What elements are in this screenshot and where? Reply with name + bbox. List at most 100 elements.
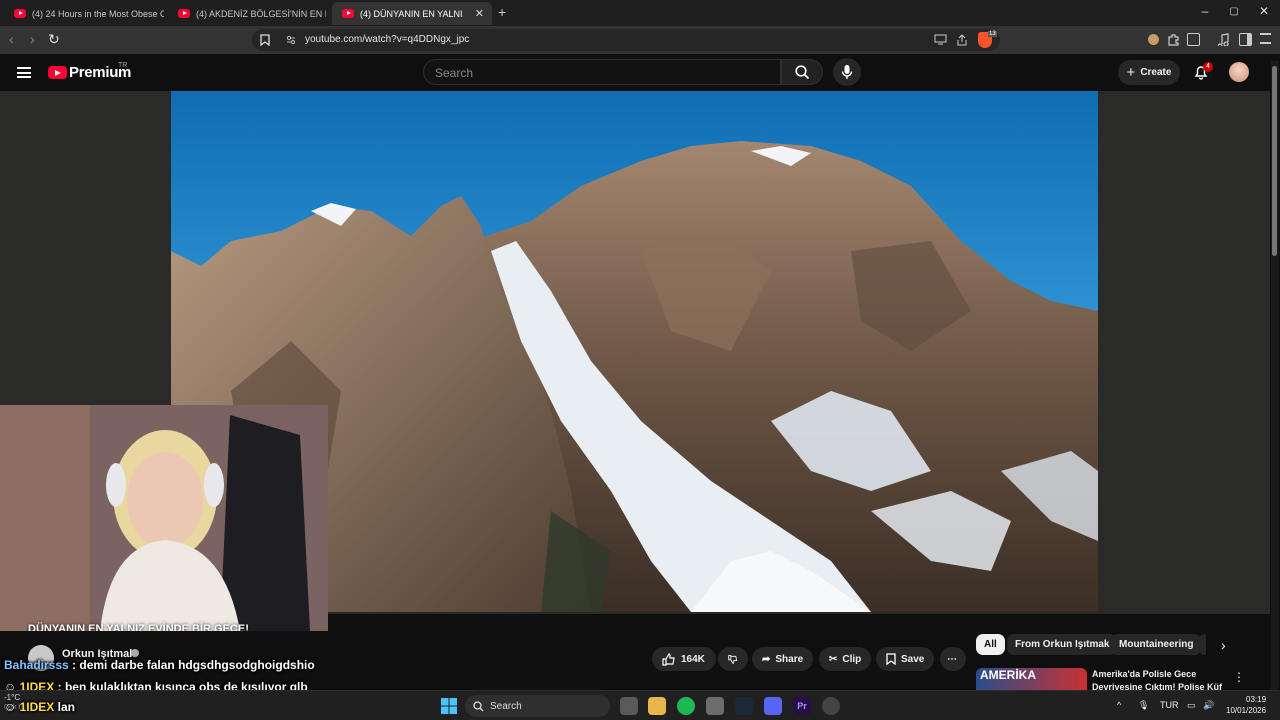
taskbar-search-icon <box>473 700 484 711</box>
steam-icon[interactable] <box>735 697 753 715</box>
recommendation-title-line1[interactable]: Amerika'da Polisle Gece <box>1092 669 1196 679</box>
streamer-webcam: DÜNYANIN EN YALNIZ EVİNDE BİR GECE! <box>0 405 328 631</box>
microphone-icon <box>841 65 853 79</box>
chip-all[interactable]: All <box>976 634 1005 655</box>
chat-message: ☺ 1IDEX lan <box>4 700 75 714</box>
premiere-pro-icon[interactable]: Pr <box>793 697 811 715</box>
recommendation-thumbnail[interactable]: AMERİKA <box>976 668 1087 690</box>
taskbar-search-label: Search <box>490 700 522 712</box>
input-language[interactable]: TUR <box>1160 700 1179 710</box>
new-tab-button[interactable]: + <box>498 4 506 20</box>
site-info-icon[interactable] <box>286 35 296 45</box>
back-arrow-icon[interactable]: ‹ <box>9 31 14 47</box>
chip-partial[interactable] <box>1198 634 1206 655</box>
youtube-favicon-icon <box>178 9 190 18</box>
search-button[interactable] <box>781 59 823 85</box>
like-button[interactable]: 164K <box>652 647 716 671</box>
chat-username: 1IDEX <box>19 700 55 714</box>
thumbs-down-icon <box>728 654 738 664</box>
sidebar-toggle-icon[interactable] <box>1239 33 1252 46</box>
youtube-favicon-icon <box>14 9 26 18</box>
clip-label: Clip <box>842 653 862 665</box>
app-icon[interactable] <box>706 697 724 715</box>
dislike-button[interactable] <box>718 647 748 671</box>
save-label: Save <box>901 653 925 665</box>
search-input[interactable] <box>435 66 765 80</box>
microphone-tray-icon[interactable]: 🎙 <box>1138 700 1149 711</box>
browser-tab-strip: (4) 24 Hours in the Most Obese City i (4… <box>0 0 1280 26</box>
account-avatar[interactable] <box>1229 62 1249 82</box>
share-page-icon[interactable] <box>956 34 968 46</box>
scrollbar-thumb[interactable] <box>1272 66 1277 256</box>
file-explorer-icon[interactable] <box>648 697 666 715</box>
close-window-button[interactable]: ✕ <box>1254 4 1274 18</box>
chip-mountaineering[interactable]: Mountaineering <box>1111 634 1202 655</box>
chat-message: Bahadirsss : demi darbe falan hdgsdhgsod… <box>4 658 315 672</box>
tab-title: (4) 24 Hours in the Most Obese City i <box>32 8 164 19</box>
bookmark-icon[interactable] <box>260 34 270 46</box>
chat-emote-icon: ☺ <box>4 700 17 714</box>
chevron-right-icon[interactable]: › <box>1221 637 1226 653</box>
tab-title: (4) DÜNYANIN EN YALNIZ EVİNE <box>360 8 463 19</box>
share-button[interactable]: ➦ Share <box>752 647 814 671</box>
browser-tab-2[interactable]: (4) AKDENİZ BÖLGESİ'NİN EN DÜŞÜK <box>168 2 326 25</box>
music-icon[interactable] <box>1218 33 1232 46</box>
chat-separator: : <box>68 658 80 672</box>
tab-title: (4) AKDENİZ BÖLGESİ'NİN EN DÜŞÜK <box>196 8 326 19</box>
voice-search-button[interactable] <box>833 58 861 86</box>
reload-icon[interactable]: ↻ <box>48 31 60 48</box>
region-code: TR <box>118 62 128 69</box>
more-actions-button[interactable]: ⋯ <box>940 647 966 671</box>
recommendation-title-line2[interactable]: Devriyesine Çıktım! Polise Küf <box>1092 682 1222 690</box>
video-title-overlay: DÜNYANIN EN YALNIZ EVİNDE BİR GECE! <box>28 623 249 631</box>
close-tab-icon[interactable]: ✕ <box>475 7 484 20</box>
browser-tab-3-active[interactable]: (4) DÜNYANIN EN YALNIZ EVİNE ✕ <box>332 2 492 25</box>
verified-icon <box>131 649 139 657</box>
chat-text: demi darbe falan hdgsdhgsodghoigdshio <box>79 658 315 672</box>
recommendation-menu-icon[interactable]: ⋮ <box>1233 670 1245 684</box>
save-bookmark-icon <box>886 653 896 665</box>
extension-cookie-icon[interactable] <box>1148 34 1159 45</box>
obs-icon[interactable] <box>822 697 840 715</box>
shield-count-badge: 13 <box>988 31 997 37</box>
spotify-icon[interactable] <box>677 697 695 715</box>
forward-arrow-icon[interactable]: › <box>30 31 35 47</box>
clip-button[interactable]: ✂ Clip <box>819 647 872 671</box>
youtube-logo-icon[interactable] <box>48 66 67 79</box>
youtube-header: Premium TR + Create 4 <box>0 54 1280 91</box>
share-label: Share <box>775 653 804 665</box>
tab-manager-icon[interactable] <box>1187 33 1200 46</box>
maximize-button[interactable]: ▢ <box>1224 6 1244 17</box>
plus-icon: + <box>1126 64 1136 81</box>
create-label: Create <box>1140 67 1172 78</box>
discord-icon[interactable] <box>764 697 782 715</box>
network-icon[interactable]: ▭ <box>1187 700 1196 711</box>
windows-start-icon[interactable] <box>441 698 457 714</box>
search-box <box>423 59 781 85</box>
webcam-image <box>0 405 328 631</box>
extensions-puzzle-icon[interactable] <box>1167 33 1180 46</box>
clock-date[interactable]: 10/01/2026 <box>1226 706 1266 715</box>
search-icon <box>795 65 810 80</box>
hamburger-menu-icon[interactable] <box>17 67 31 78</box>
chat-text: lan <box>57 700 75 714</box>
create-button[interactable]: + Create <box>1118 60 1180 85</box>
taskbar-search[interactable]: Search <box>465 695 610 717</box>
chat-username: Bahadirsss <box>4 658 69 672</box>
url-field[interactable]: youtube.com/watch?v=q4DDNgx_jpc 13 <box>252 29 1000 51</box>
browser-tab-1[interactable]: (4) 24 Hours in the Most Obese City i <box>4 2 164 25</box>
share-icon: ➦ <box>762 653 771 665</box>
like-count: 164K <box>681 653 705 665</box>
menu-icon[interactable] <box>1260 33 1271 44</box>
volume-icon[interactable]: 🔊 <box>1203 700 1214 711</box>
clock-time[interactable]: 03:19 <box>1246 695 1266 704</box>
task-view-icon[interactable] <box>620 697 638 715</box>
cast-icon[interactable] <box>934 34 947 45</box>
minimize-button[interactable]: – <box>1195 4 1215 18</box>
chip-from-channel[interactable]: From Orkun Işıtmak <box>1007 634 1118 655</box>
save-button[interactable]: Save <box>876 647 935 671</box>
notification-count-badge: 4 <box>1203 62 1213 72</box>
thumbnail-text: AMERİKA <box>980 668 1036 682</box>
thumbs-up-icon <box>662 652 675 666</box>
show-hidden-icons-icon[interactable]: ^ <box>1117 700 1121 710</box>
